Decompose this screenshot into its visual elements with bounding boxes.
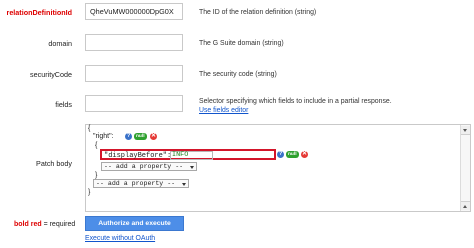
fields-field[interactable]: [85, 95, 183, 112]
display-before-value-input[interactable]: INFO: [170, 151, 213, 160]
null-badge[interactable]: null: [286, 151, 299, 158]
security-code-label: securityCode: [30, 70, 72, 79]
relation-definition-id-field[interactable]: [85, 3, 183, 20]
help-icon[interactable]: ?: [277, 151, 284, 158]
execute-without-oauth-link[interactable]: Execute without OAuth: [85, 235, 155, 242]
display-before-key: "displayBefore":: [104, 152, 172, 160]
required-legend-bold: bold red: [14, 221, 42, 228]
display-before-property-row[interactable]: "displayBefore": INFO: [100, 149, 276, 160]
scroll-up-arrow-icon[interactable]: [461, 201, 470, 210]
fields-label: fields: [55, 100, 72, 109]
add-property-select-outer[interactable]: -- add a property --: [93, 179, 189, 188]
authorize-and-execute-button[interactable]: Authorize and execute: [85, 216, 184, 231]
add-property-select-inner[interactable]: -- add a property --: [101, 162, 197, 171]
help-icon[interactable]: ?: [125, 133, 132, 140]
scroll-down-arrow-icon[interactable]: [461, 126, 470, 135]
null-badge[interactable]: null: [134, 133, 147, 140]
relation-definition-id-label: relationDefinitionId: [6, 8, 72, 17]
remove-icon[interactable]: ✕: [301, 151, 308, 158]
domain-description: The G Suite domain (string): [199, 40, 284, 47]
required-legend-text: = required: [41, 221, 76, 228]
right-open-brace: {: [95, 142, 98, 149]
relation-definition-id-description: The ID of the relation definition (strin…: [199, 9, 317, 16]
right-key: "right":: [93, 133, 114, 140]
domain-label: domain: [48, 39, 72, 48]
remove-icon[interactable]: ✕: [150, 133, 157, 140]
domain-field[interactable]: [85, 34, 183, 51]
editor-scrollbar[interactable]: [460, 125, 470, 211]
patch-body-label: Patch body: [36, 159, 72, 168]
json-open-brace: {: [88, 125, 91, 132]
use-fields-editor-link[interactable]: Use fields editor: [199, 107, 248, 114]
fields-description: Selector specifying which fields to incl…: [199, 97, 392, 115]
json-close-brace: }: [88, 189, 91, 196]
fields-description-text: Selector specifying which fields to incl…: [199, 98, 392, 105]
security-code-description: The security code (string): [199, 71, 277, 78]
security-code-field[interactable]: [85, 65, 183, 82]
required-legend: bold red = required: [14, 221, 75, 228]
